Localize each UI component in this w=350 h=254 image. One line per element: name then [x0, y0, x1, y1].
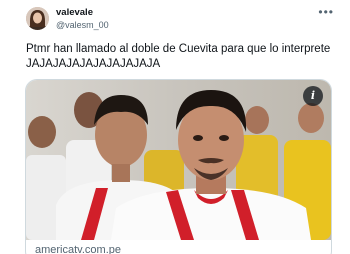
avatar[interactable]: [26, 7, 49, 30]
link-card[interactable]: i americatv.com.pe: [25, 79, 332, 254]
author-block: valevale @valesm_00: [56, 7, 109, 31]
more-horizontal-icon[interactable]: •••: [318, 5, 334, 19]
author-display-name[interactable]: valevale: [56, 7, 109, 19]
author-handle[interactable]: @valesm_00: [56, 19, 109, 31]
card-domain[interactable]: americatv.com.pe: [35, 244, 121, 254]
tweet-card[interactable]: valevale @valesm_00 ••• Ptmr han llamado…: [0, 0, 350, 254]
tweet-text: Ptmr han llamado al doble de Cuevita par…: [26, 43, 331, 70]
card-image[interactable]: i: [26, 80, 331, 240]
info-icon[interactable]: i: [303, 86, 323, 106]
